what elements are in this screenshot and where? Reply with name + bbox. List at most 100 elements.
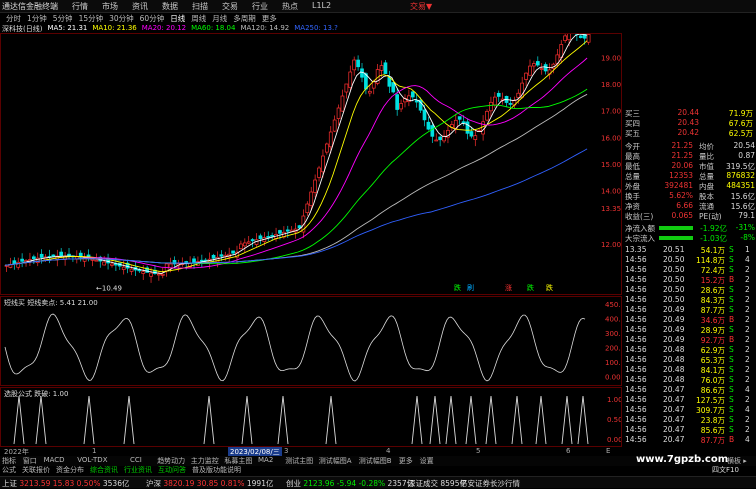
- kline-chart[interactable]: 19.0018.0017.0016.0015.0014.0013.3512.00…: [0, 33, 622, 295]
- indicator-panel-1[interactable]: 短线买 短线卖点: 5.41 21.00 450.0400.0300.0200.…: [0, 296, 622, 386]
- info-link[interactable]: 普及版功能说明: [192, 465, 241, 475]
- menu-item-quotes[interactable]: 行情: [72, 1, 88, 12]
- indicator-tab[interactable]: MA2: [258, 456, 273, 464]
- menu-item-hot[interactable]: 热点: [282, 1, 298, 12]
- period-tab[interactable]: 日线: [170, 13, 185, 24]
- period-tab[interactable]: 30分钟: [109, 13, 134, 24]
- tick-volume: 87.7万: [691, 435, 725, 446]
- tick-direction: B: [729, 335, 734, 344]
- menu-item-trade[interactable]: 交易: [222, 1, 238, 12]
- tick-row: 14:5620.5015.2万B2: [625, 275, 755, 285]
- period-tab[interactable]: 1分钟: [27, 13, 47, 24]
- tick-price: 20.48: [663, 345, 684, 354]
- candle: [474, 136, 477, 140]
- ind2-spike: [204, 396, 214, 444]
- tick-time: 14:56: [625, 315, 647, 324]
- trade-dropdown[interactable]: 交易▼: [410, 1, 432, 12]
- candle: [161, 274, 164, 275]
- tick-row: 14:5620.4787.7万B4: [625, 435, 755, 445]
- menu-item-data[interactable]: 数据: [162, 1, 178, 12]
- period-tab[interactable]: 15分钟: [79, 13, 104, 24]
- candle: [458, 117, 461, 120]
- tick-time: 14:56: [625, 325, 647, 334]
- timeline-label: 5: [476, 447, 480, 455]
- candle: [388, 77, 391, 86]
- candle: [435, 140, 438, 141]
- period-tab[interactable]: 5分钟: [53, 13, 73, 24]
- candle: [353, 60, 356, 70]
- period-tab[interactable]: 月线: [212, 13, 227, 24]
- tick-row: 14:5620.4723.8万S2: [625, 415, 755, 425]
- menu-item-market[interactable]: 市场: [102, 1, 118, 12]
- ind1-line: [5, 314, 585, 381]
- price-axis-label: 15.00: [601, 161, 621, 169]
- candle: [267, 236, 270, 237]
- orderbook-price: 20.43: [665, 118, 699, 127]
- candle: [337, 108, 340, 119]
- price-axis-label: 16.00: [601, 134, 621, 142]
- tick-row: 14:5620.50114.8万S4: [625, 255, 755, 265]
- index-quote[interactable]: 创业 2123.96 -5.94 -0.28% 2357亿: [286, 478, 414, 489]
- candle: [193, 259, 196, 262]
- indicator-tab[interactable]: CCI: [130, 456, 142, 464]
- info-link[interactable]: 资金分布: [56, 465, 84, 475]
- tick-count: 2: [745, 315, 750, 324]
- tick-price: 20.51: [663, 245, 684, 254]
- period-tab[interactable]: 更多: [262, 13, 277, 24]
- ind1-axis-label: 200.0: [605, 345, 621, 353]
- indicator-tab[interactable]: MACD: [44, 456, 65, 464]
- indicator-tab[interactable]: VOL-TDX: [77, 456, 107, 464]
- candle: [341, 96, 344, 111]
- menu-item-l1l2[interactable]: L1L2: [312, 1, 331, 12]
- tick-direction: S: [729, 375, 734, 384]
- flow-row: 大宗流入-1.03亿-8%: [625, 233, 755, 244]
- candle: [259, 236, 262, 239]
- info-link[interactable]: 公式: [2, 465, 16, 475]
- stats-value: 21.25: [653, 151, 693, 160]
- ma20-label: MA20: 20.12: [142, 24, 186, 33]
- tick-row: 14:5620.4884.1万S2: [625, 365, 755, 375]
- menu-item-news[interactable]: 资讯: [132, 1, 148, 12]
- candle: [173, 260, 176, 264]
- tick-price: 20.47: [663, 435, 684, 444]
- period-tab[interactable]: 多周期: [233, 13, 256, 24]
- info-link[interactable]: 综合资讯: [90, 465, 118, 475]
- info-link[interactable]: 互动问答: [158, 465, 186, 475]
- info-link[interactable]: 行业资讯: [124, 465, 152, 475]
- tick-row: 14:5620.4992.7万B2: [625, 335, 755, 345]
- tick-direction: S: [729, 365, 734, 374]
- ma-legend: 深科技(日线) MA5: 21.31 MA10: 21.36 MA20: 20.…: [2, 24, 338, 33]
- stats-value: 876832: [717, 171, 755, 180]
- timeline-label: 1: [92, 447, 96, 455]
- price-axis-label: 14.00: [601, 188, 621, 196]
- signal-label: 刷: [467, 284, 474, 292]
- tick-list[interactable]: 13.3520.5154.1万S114:5620.50114.8万S414:56…: [623, 245, 756, 445]
- candle: [142, 272, 145, 274]
- ind2-spike: [562, 396, 572, 444]
- flow-pct: -8%: [729, 233, 755, 242]
- period-tab[interactable]: 60分钟: [140, 13, 165, 24]
- tick-price: 20.47: [663, 395, 684, 404]
- tick-time: 14:56: [625, 385, 647, 394]
- info-link[interactable]: 关联报价: [22, 465, 50, 475]
- candle: [122, 267, 125, 269]
- tick-direction: S: [729, 405, 734, 414]
- indicator-panel-2[interactable]: 选股公式 跌破: 1.00 1.000.500.00: [0, 387, 622, 447]
- candle: [251, 240, 254, 241]
- tick-row: 14:5620.4876.0万S2: [625, 375, 755, 385]
- candle: [431, 126, 434, 137]
- index-quote[interactable]: 沪深 3820.19 30.85 0.81% 1991亿: [146, 478, 273, 489]
- index-quote[interactable]: 深证成交 8595亿: [408, 478, 467, 489]
- tick-row: 14:5620.47309.7万S4: [625, 405, 755, 415]
- period-tab[interactable]: 分时: [6, 13, 21, 24]
- menu-item-scan[interactable]: 扫描: [192, 1, 208, 12]
- tick-time: 14:56: [625, 405, 647, 414]
- ind2-spike: [430, 396, 440, 444]
- tick-price: 20.47: [663, 425, 684, 434]
- period-tab[interactable]: 周线: [191, 13, 206, 24]
- candle: [52, 255, 55, 256]
- tick-time: 14:56: [625, 365, 647, 374]
- index-quote[interactable]: 上证 3213.59 15.83 0.50% 3536亿: [2, 478, 129, 489]
- menu-item-industry[interactable]: 行业: [252, 1, 268, 12]
- tick-row: 14:5620.4865.3万S2: [625, 355, 755, 365]
